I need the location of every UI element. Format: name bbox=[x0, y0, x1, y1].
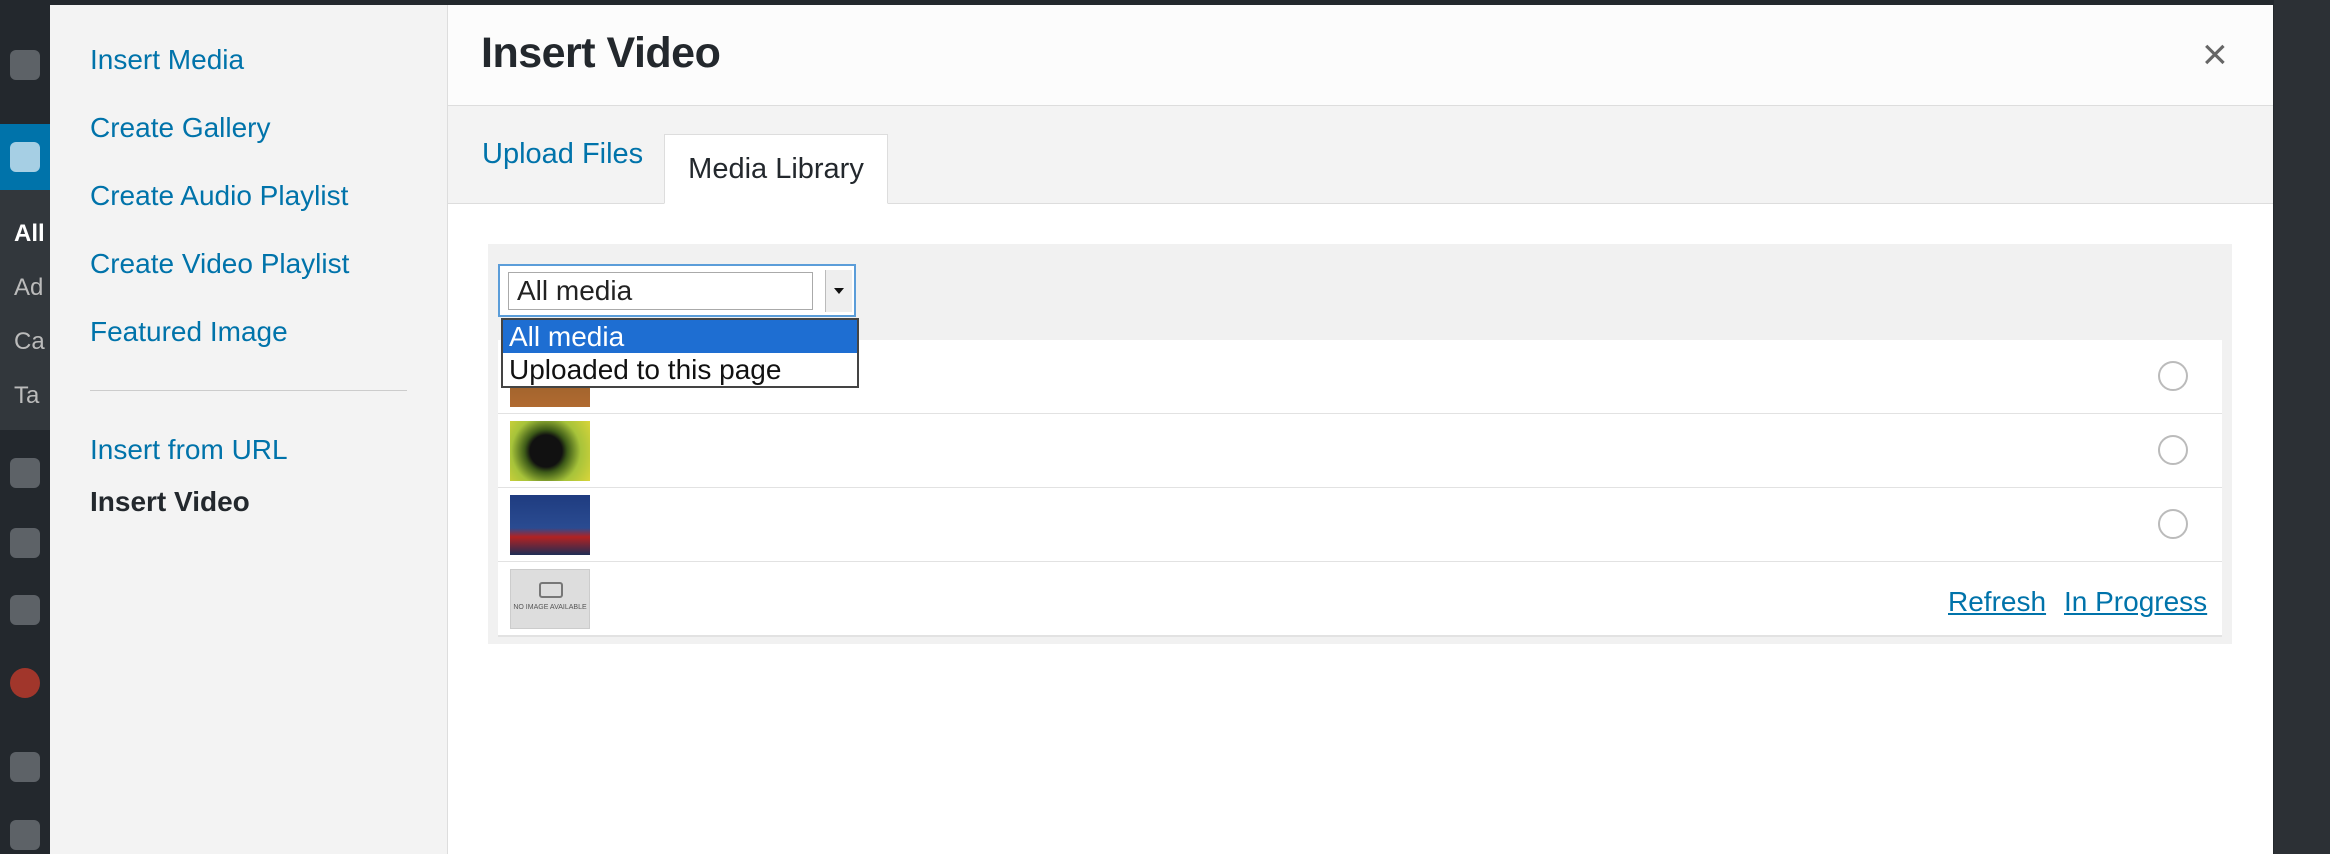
media-icon bbox=[10, 458, 40, 488]
menu-featured-image[interactable]: Featured Image bbox=[90, 316, 288, 348]
admin-background-right bbox=[2274, 0, 2330, 854]
menu-create-gallery[interactable]: Create Gallery bbox=[90, 112, 271, 144]
appearance-icon bbox=[10, 752, 40, 782]
page-title: Insert Video bbox=[481, 29, 721, 77]
no-image-thumbnail: NO IMAGE AVAILABLE bbox=[510, 569, 590, 629]
plugins-icon bbox=[10, 820, 40, 850]
media-panel: All media NO IMAGE AVAILABLE Refresh In … bbox=[488, 244, 2232, 644]
media-filter-value: All media bbox=[508, 272, 813, 310]
dashboard-icon bbox=[10, 50, 40, 80]
submenu-all: All bbox=[14, 220, 45, 247]
select-radio[interactable] bbox=[2158, 509, 2188, 539]
video-thumbnail bbox=[510, 421, 590, 481]
pages-icon bbox=[10, 528, 40, 558]
chevron-down-icon[interactable] bbox=[825, 270, 852, 312]
select-radio[interactable] bbox=[2158, 361, 2188, 391]
posts-menu bbox=[0, 124, 50, 190]
submenu-categories: Ca bbox=[14, 328, 45, 355]
media-row[interactable] bbox=[498, 414, 2222, 489]
media-row[interactable] bbox=[498, 488, 2222, 563]
menu-create-video-playlist[interactable]: Create Video Playlist bbox=[90, 248, 349, 280]
no-image-text: NO IMAGE AVAILABLE bbox=[513, 604, 587, 611]
menu-insert-from-url[interactable]: Insert from URL bbox=[90, 434, 288, 466]
camera-icon bbox=[539, 582, 563, 598]
select-radio[interactable] bbox=[2158, 435, 2188, 465]
in-progress-link[interactable]: In Progress bbox=[2064, 586, 2207, 618]
submenu-tags: Ta bbox=[14, 382, 40, 409]
video-plugin-icon bbox=[10, 668, 40, 698]
comments-icon bbox=[10, 595, 40, 625]
frame-title: Insert Video bbox=[448, 5, 2273, 106]
menu-insert-media[interactable]: Insert Media bbox=[90, 44, 244, 76]
admin-sidebar: All Ad Ca Ta bbox=[0, 0, 50, 854]
pin-icon bbox=[10, 142, 40, 172]
media-filter-select[interactable]: All media bbox=[498, 264, 856, 317]
close-icon[interactable]: × bbox=[2202, 33, 2228, 77]
tab-upload-files[interactable]: Upload Files bbox=[482, 138, 643, 171]
media-menu: Insert Media Create Gallery Create Audio… bbox=[50, 5, 448, 854]
option-all-media[interactable]: All media bbox=[503, 320, 857, 353]
media-library-content: All media NO IMAGE AVAILABLE Refresh In … bbox=[448, 204, 2273, 854]
submenu-add: Ad bbox=[14, 274, 44, 301]
media-filter-dropdown: All media Uploaded to this page bbox=[501, 318, 859, 388]
tab-router: Upload Files Media Library bbox=[448, 106, 2273, 204]
video-thumbnail bbox=[510, 495, 590, 555]
menu-insert-video[interactable]: Insert Video bbox=[90, 486, 250, 518]
posts-submenu: All Ad Ca Ta bbox=[0, 190, 50, 430]
media-row[interactable]: NO IMAGE AVAILABLE Refresh In Progress bbox=[498, 562, 2222, 637]
menu-create-audio-playlist[interactable]: Create Audio Playlist bbox=[90, 180, 348, 212]
option-uploaded-to-this-page[interactable]: Uploaded to this page bbox=[503, 353, 857, 386]
tab-media-library[interactable]: Media Library bbox=[664, 134, 888, 204]
refresh-link[interactable]: Refresh bbox=[1948, 586, 2046, 618]
media-modal: Insert Media Create Gallery Create Audio… bbox=[50, 5, 2273, 854]
menu-separator bbox=[90, 390, 407, 391]
